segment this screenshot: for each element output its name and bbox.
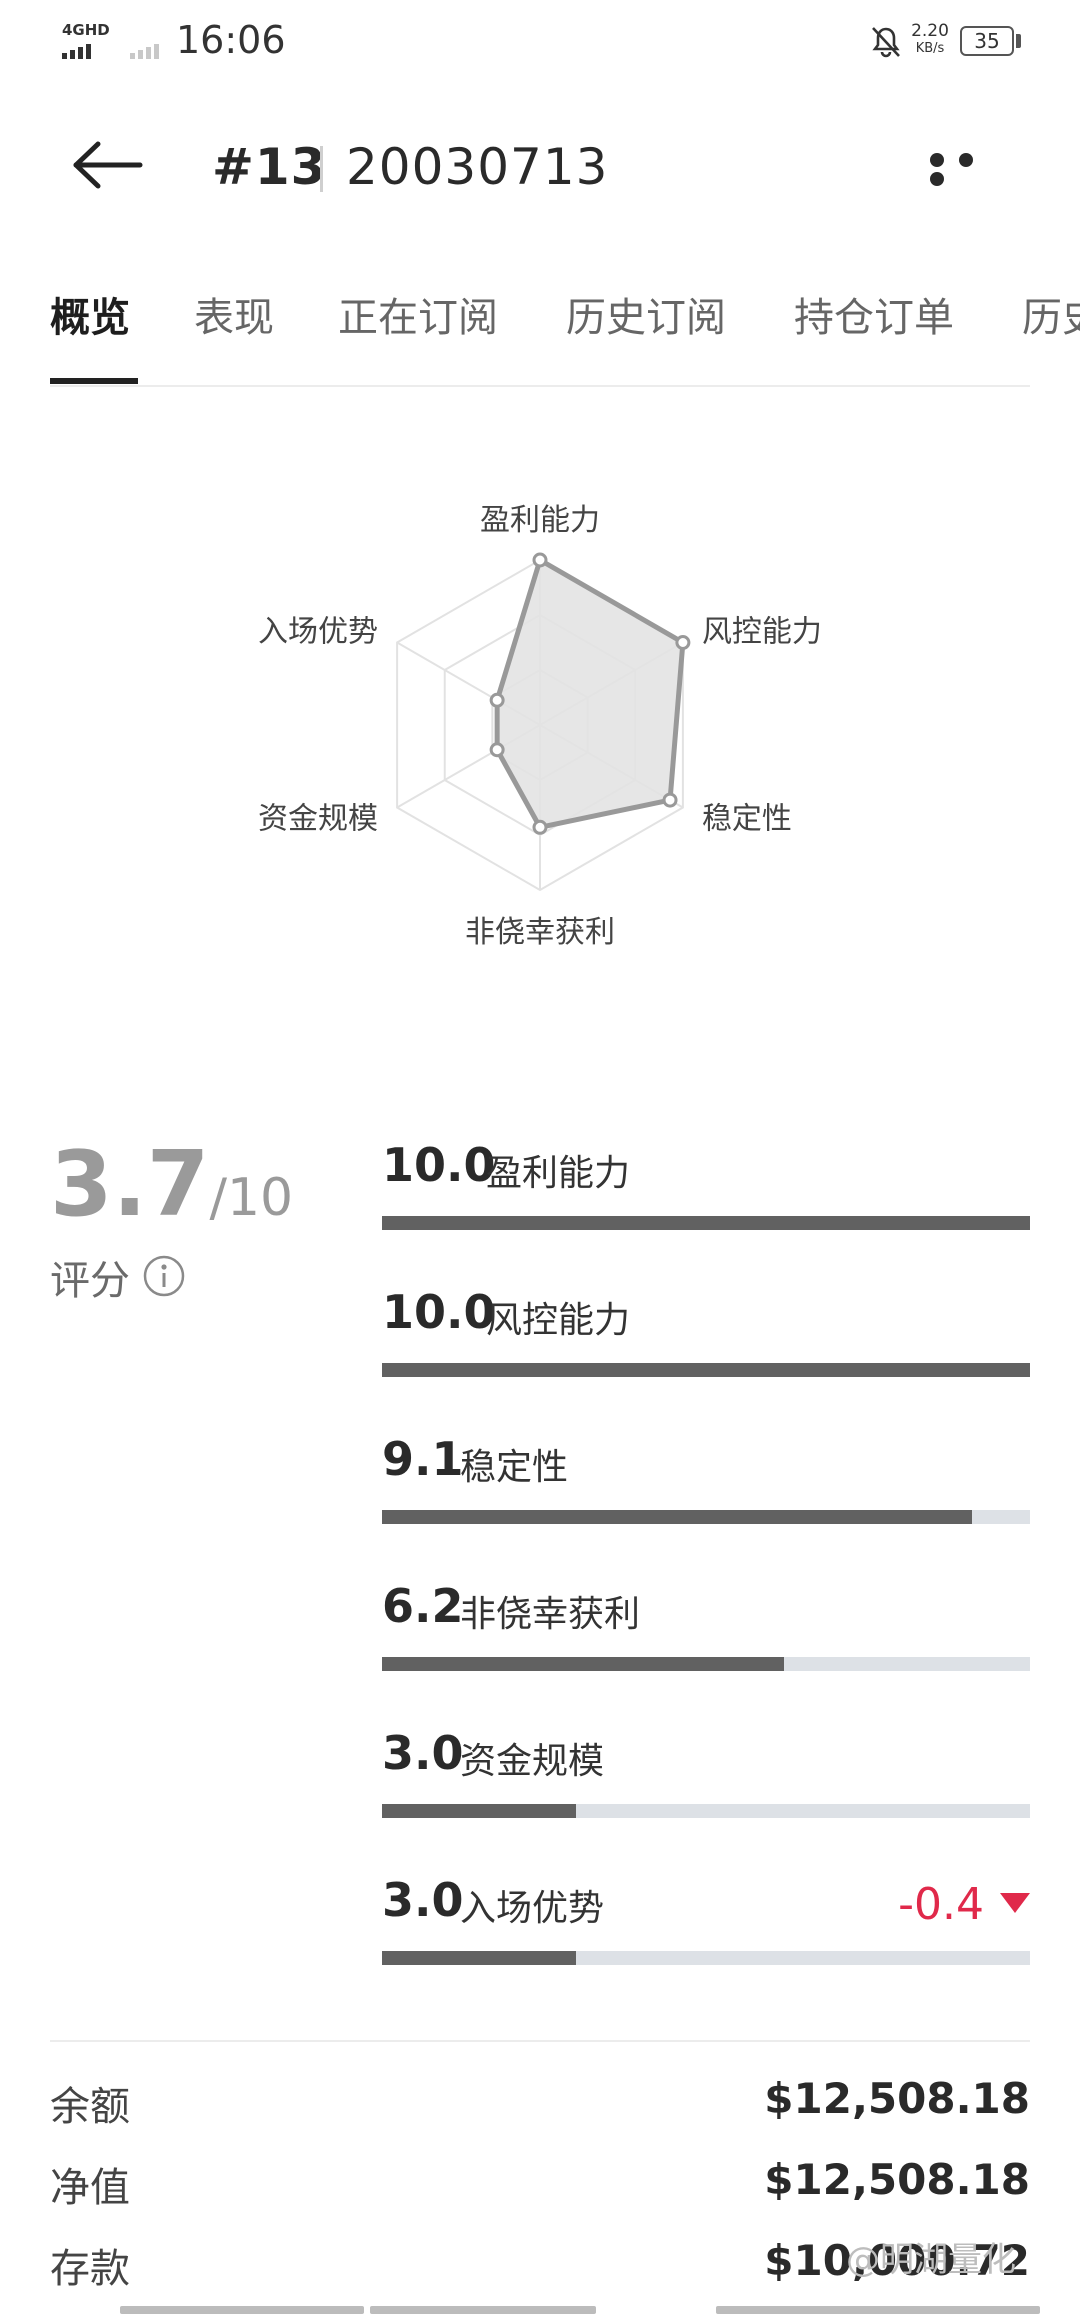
metric-bar-track: [382, 1657, 1030, 1671]
metric-bar-track: [382, 1951, 1030, 1965]
metric-bar-fill: [382, 1657, 784, 1671]
metric-bar-fill: [382, 1363, 1030, 1377]
metric-name: 稳定性: [460, 1447, 569, 1488]
radar-data-point: [675, 635, 691, 650]
radar-data-point: [489, 742, 505, 758]
metric-bar-fill: [382, 1216, 1030, 1230]
score-value: 3.7: [50, 1132, 210, 1237]
metric-value: 3.0: [382, 1873, 464, 1927]
metric-value: 10.0: [382, 1285, 496, 1339]
metric-value: 6.2: [382, 1579, 464, 1633]
metric-name: 风控能力: [486, 1300, 631, 1341]
radar-axis-label: 资金规模: [258, 802, 378, 837]
metric-name: 盈利能力: [486, 1153, 631, 1194]
metric-bar-track: [382, 1510, 1030, 1524]
metric-row: 6.2 非侥幸获利: [382, 1579, 1032, 1725]
tab-performance[interactable]: 表现: [194, 285, 274, 343]
tab-open-positions[interactable]: 持仓订单: [794, 285, 954, 343]
down-triangle-icon: [1000, 1893, 1030, 1913]
info-icon[interactable]: [142, 1254, 186, 1298]
metric-delta: -0.4: [898, 1879, 984, 1930]
metric-row: 3.0 入场优势 -0.4: [382, 1873, 1032, 2019]
tab-divider: [50, 385, 1030, 387]
metric-bar-fill: [382, 1804, 577, 1818]
radar-series-area: [494, 557, 686, 830]
more-options-icon[interactable]: [930, 152, 1016, 186]
metric-name: 非侥幸获利: [460, 1594, 641, 1635]
metric-value: 9.1: [382, 1432, 464, 1486]
metric-row: 10.0 盈利能力: [382, 1138, 1032, 1284]
metric-value: 3.0: [382, 1726, 464, 1780]
metric-row: 3.0 资金规模: [382, 1726, 1032, 1872]
back-arrow-icon[interactable]: [72, 140, 144, 190]
tab-overview[interactable]: 概览: [50, 285, 130, 343]
radar-chart: 盈利能力风控能力稳定性非侥幸获利 资金规模 入场优势: [258, 503, 822, 950]
score-denominator: /10: [209, 1168, 294, 1228]
balance-label: 余额: [50, 2084, 130, 2130]
radar-axis-label: 非侥幸获利: [465, 915, 615, 950]
radar-data-point: [532, 819, 548, 835]
radar-axis-label: 盈利能力: [480, 503, 600, 538]
metric-value: 10.0: [382, 1138, 496, 1192]
metric-bar-fill: [382, 1510, 972, 1524]
battery-tip: [1016, 34, 1021, 48]
title-separator: [320, 146, 323, 192]
radar-data-point: [662, 792, 678, 808]
battery-icon: 35: [960, 26, 1014, 56]
active-tab-indicator: [50, 378, 138, 384]
equity-label: 净值: [50, 2165, 130, 2211]
tab-history[interactable]: 历史: [1022, 285, 1080, 343]
metric-name: 入场优势: [460, 1888, 605, 1929]
tab-history-subscriptions[interactable]: 历史订阅: [566, 285, 726, 343]
signal-strength-icon: [62, 40, 94, 59]
metric-row: 10.0 风控能力: [382, 1285, 1032, 1431]
mute-bell-icon: [872, 27, 900, 58]
bottom-nav-hints: [120, 2306, 1040, 2316]
metric-bar-fill: [382, 1951, 577, 1965]
metric-bar-track: [382, 1804, 1030, 1818]
watermark: @明湖量化: [846, 2240, 1016, 2280]
equity-value: $12,508.18: [764, 2155, 1030, 2204]
radar-axis-label: 入场优势: [258, 615, 378, 650]
radar-data-point: [532, 552, 548, 568]
score-label: 评分: [50, 1258, 130, 1304]
secondary-signal-icon: [130, 40, 162, 59]
radar-axis-label: 风控能力: [702, 615, 822, 650]
tab-bar: 概览 表现 正在订阅 历史订阅 持仓订单 历史: [0, 285, 1080, 385]
overall-score: 3.7/10: [50, 1135, 293, 1248]
account-rank: #13: [212, 138, 327, 196]
metric-bar-track: [382, 1216, 1030, 1230]
network-type: 4GHD: [62, 21, 110, 39]
radar-axis-label: 稳定性: [702, 802, 792, 837]
status-bar: 4GHD 16:06 2.20 KB/s 35: [0, 0, 1080, 84]
status-time: 16:06: [176, 18, 286, 62]
account-id: 20030713: [346, 138, 609, 196]
metric-row: 9.1 稳定性: [382, 1432, 1032, 1578]
section-divider: [50, 2040, 1030, 2042]
tab-current-subscriptions[interactable]: 正在订阅: [338, 285, 498, 343]
metric-name: 资金规模: [460, 1741, 605, 1782]
network-speed: 2.20 KB/s: [911, 21, 949, 56]
deposit-label: 存款: [50, 2246, 130, 2292]
metric-bar-track: [382, 1363, 1030, 1377]
balance-value: $12,508.18: [764, 2074, 1030, 2123]
radar-data-point: [489, 692, 505, 708]
